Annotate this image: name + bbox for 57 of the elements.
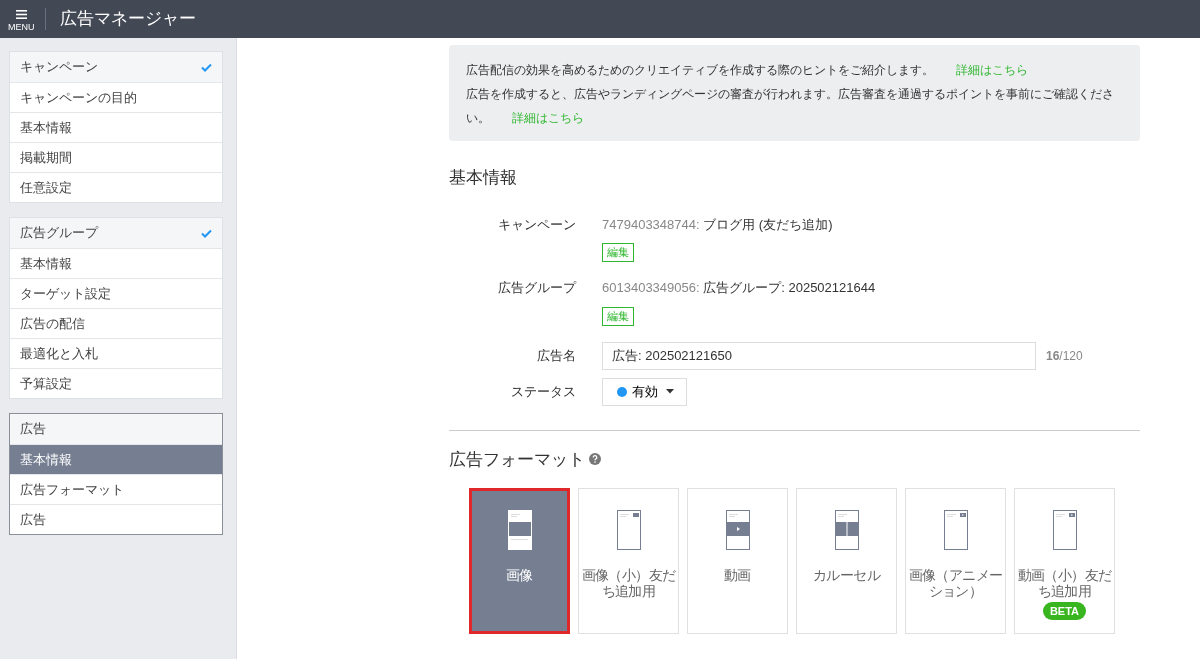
format-card[interactable]: カルーセル	[796, 488, 897, 634]
notice-text: 広告を作成すると、広告やランディングページの審査が行われます。広告審査を通過するポイントを事前にご確認ください。 詳細はこちら	[466, 86, 1115, 127]
format-card[interactable]: 画像（小）友だち追加用	[578, 488, 679, 634]
format-label: 動画（小）友だち追加用	[1016, 568, 1113, 600]
caret-icon	[666, 389, 674, 394]
sidebar-section-label: キャンペーン	[20, 58, 98, 77]
field-label: 広告名	[536, 346, 577, 365]
sidebar-item[interactable]: 掲載期間	[10, 142, 222, 172]
sidebar-item[interactable]: キャンペーンの目的	[10, 82, 222, 112]
sidebar-item[interactable]: 広告	[10, 504, 222, 534]
format-label: 画像	[505, 568, 534, 584]
field-label: 広告グループ	[497, 279, 578, 297]
format-thumbnail-icon	[507, 510, 532, 550]
sidebar-item[interactable]: 任意設定	[10, 172, 222, 202]
sidebar-item[interactable]: 最適化と入札	[10, 338, 222, 368]
format-label: 画像（アニメーション）	[907, 568, 1004, 600]
format-label: カルーセル	[812, 568, 881, 584]
format-label: 画像（小）友だち追加用	[580, 568, 677, 600]
char-counter: 16/120	[1046, 347, 1083, 365]
format-card[interactable]: 画像	[469, 488, 570, 634]
format-card[interactable]: 動画（小）友だち追加用 BETA	[1014, 488, 1115, 634]
beta-badge: BETA	[1042, 602, 1087, 620]
field-value: 7479403348744: ブログ用 (友だち追加)	[602, 215, 833, 234]
sidebar-item[interactable]: 広告フォーマット	[10, 474, 222, 504]
sidebar-section-label: 広告グループ	[20, 224, 98, 243]
app-title: 広告マネージャー	[58, 8, 196, 31]
format-card[interactable]: 動画	[687, 488, 788, 634]
sidebar-item[interactable]: ターゲット設定	[10, 278, 222, 308]
sidebar-section[interactable]: 広告グループ	[10, 218, 222, 248]
sidebar-item[interactable]: 基本情報	[10, 112, 222, 142]
status-dropdown[interactable]: 有効	[602, 377, 687, 406]
sidebar-item[interactable]: 予算設定	[10, 368, 222, 398]
format-label: 動画	[723, 568, 752, 584]
check-icon	[201, 228, 212, 238]
format-card[interactable]: 画像（アニメーション）	[905, 488, 1006, 634]
format-thumbnail-icon	[943, 510, 968, 550]
field-label: キャンペーン	[497, 215, 577, 234]
format-thumbnail-icon	[725, 510, 750, 550]
field-value: 6013403349056: 広告グループ: 202502121644	[602, 279, 876, 297]
check-icon	[201, 62, 212, 72]
sidebar-section-label: 広告	[20, 420, 46, 439]
format-thumbnail-icon	[1052, 510, 1077, 550]
sidebar-section[interactable]: キャンペーン	[10, 52, 222, 82]
section-title: 基本情報	[449, 167, 518, 189]
sidebar-item[interactable]: 基本情報	[10, 444, 222, 474]
sidebar-section[interactable]: 広告	[10, 414, 222, 444]
format-thumbnail-icon	[616, 510, 641, 550]
section-title: 広告フォーマット	[449, 448, 585, 471]
menu-button[interactable]: MENU	[0, 6, 45, 32]
help-icon[interactable]	[589, 453, 601, 466]
sidebar-item[interactable]: 基本情報	[10, 248, 222, 278]
sidebar-item[interactable]: 広告の配信	[10, 308, 222, 338]
notice-text: 広告配信の効果を高めるためのクリエイティブを作成する際のヒントをご紹介します。 詳細はこちら	[466, 62, 1029, 79]
format-thumbnail-icon	[834, 510, 859, 550]
field-label: ステータス	[510, 382, 577, 401]
menu-icon	[15, 10, 27, 19]
name-input[interactable]: 広告: 202502121650	[602, 341, 1036, 370]
